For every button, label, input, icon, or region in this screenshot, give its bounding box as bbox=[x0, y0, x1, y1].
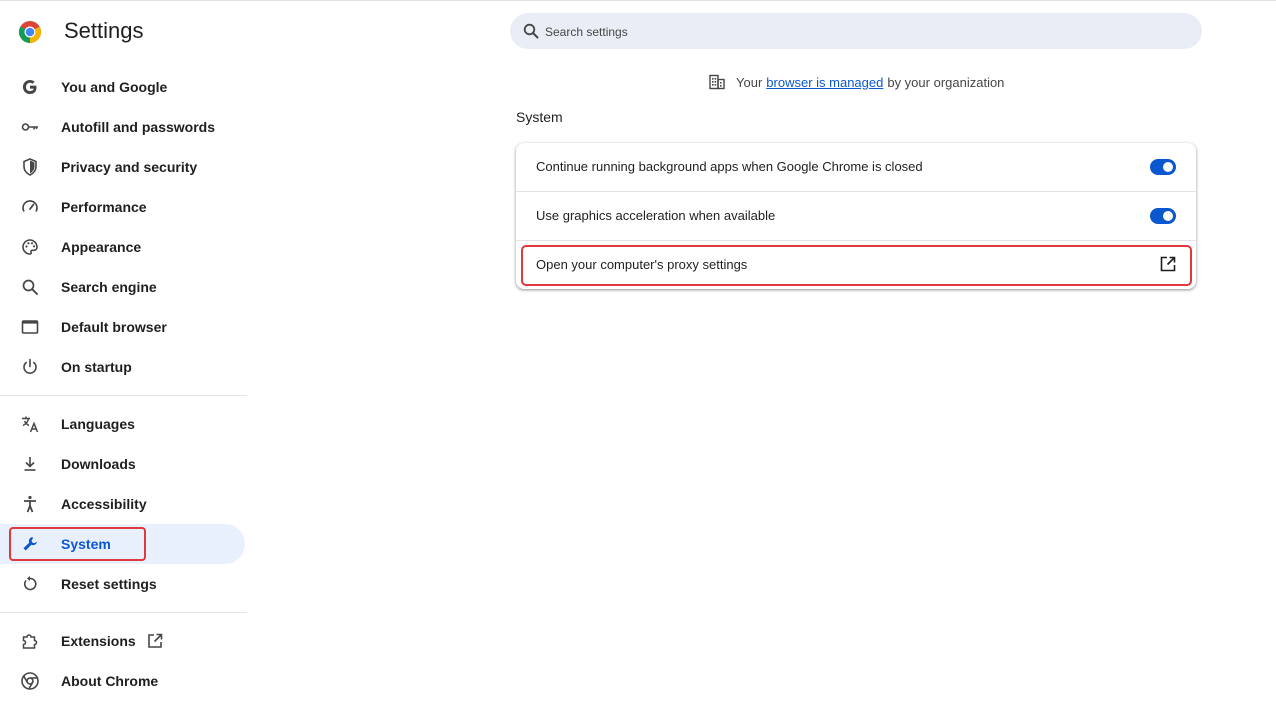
sidebar-item-label: Languages bbox=[61, 416, 135, 432]
search-icon bbox=[22, 279, 38, 295]
sidebar-item-extensions[interactable]: Extensions bbox=[0, 621, 245, 661]
background-apps-toggle[interactable] bbox=[1150, 159, 1176, 175]
chrome-icon bbox=[21, 672, 39, 690]
sidebar-item-label: On startup bbox=[61, 359, 132, 375]
setting-row-background-apps[interactable]: Continue running background apps when Go… bbox=[516, 143, 1196, 191]
setting-row-graphics-acceleration[interactable]: Use graphics acceleration when available bbox=[516, 191, 1196, 240]
sidebar-item-label: Extensions bbox=[61, 633, 136, 649]
speedometer-icon bbox=[22, 200, 38, 212]
sidebar-item-label: Privacy and security bbox=[61, 159, 198, 175]
search-input[interactable] bbox=[543, 21, 1147, 43]
sidebar-item-label: Appearance bbox=[61, 239, 142, 255]
sidebar-item-languages[interactable]: Languages bbox=[0, 404, 245, 444]
reset-icon bbox=[23, 576, 37, 591]
sidebar: You and Google Autofill and passwords Pr… bbox=[0, 67, 250, 701]
external-link-icon bbox=[148, 633, 163, 648]
sidebar-item-downloads[interactable]: Downloads bbox=[0, 444, 245, 484]
external-link-icon[interactable] bbox=[1159, 255, 1177, 273]
page-title: Settings bbox=[64, 18, 144, 43]
sidebar-item-reset-settings[interactable]: Reset settings bbox=[0, 564, 245, 604]
setting-label: Open your computer's proxy settings bbox=[536, 257, 748, 272]
sidebar-item-label: Accessibility bbox=[61, 496, 147, 512]
palette-icon bbox=[22, 239, 38, 255]
download-icon bbox=[24, 457, 36, 471]
sidebar-divider bbox=[0, 612, 247, 613]
sidebar-item-label: Default browser bbox=[61, 319, 167, 335]
shield-icon bbox=[23, 158, 37, 176]
sidebar-item-label: Downloads bbox=[61, 456, 136, 472]
sidebar-item-autofill[interactable]: Autofill and passwords bbox=[0, 107, 245, 147]
accessibility-icon bbox=[24, 495, 36, 513]
sidebar-item-performance[interactable]: Performance bbox=[0, 187, 245, 227]
toggle-knob bbox=[1163, 211, 1173, 221]
search-icon bbox=[523, 23, 539, 39]
building-icon bbox=[709, 74, 725, 90]
managed-suffix: by your organization bbox=[887, 74, 1005, 90]
sidebar-item-default-browser[interactable]: Default browser bbox=[0, 307, 245, 347]
setting-row-proxy-settings[interactable]: Open your computer's proxy settings bbox=[516, 240, 1196, 289]
sidebar-divider bbox=[0, 395, 247, 396]
settings-header: Settings bbox=[0, 0, 260, 64]
sidebar-item-label: Reset settings bbox=[61, 576, 157, 592]
system-settings-card: Continue running background apps when Go… bbox=[516, 143, 1196, 289]
setting-label: Continue running background apps when Go… bbox=[536, 159, 923, 174]
sidebar-item-appearance[interactable]: Appearance bbox=[0, 227, 245, 267]
setting-label: Use graphics acceleration when available bbox=[536, 208, 776, 223]
sidebar-item-label: You and Google bbox=[61, 79, 168, 95]
sidebar-item-accessibility[interactable]: Accessibility bbox=[0, 484, 245, 524]
sidebar-item-label: Autofill and passwords bbox=[61, 119, 216, 135]
sidebar-item-privacy[interactable]: Privacy and security bbox=[0, 147, 245, 187]
toggle-knob bbox=[1163, 162, 1173, 172]
browser-window-icon bbox=[21, 320, 39, 334]
puzzle-icon bbox=[22, 634, 38, 649]
google-g-icon bbox=[22, 80, 37, 94]
sidebar-item-on-startup[interactable]: On startup bbox=[0, 347, 245, 387]
sidebar-item-system[interactable]: System bbox=[0, 524, 245, 564]
wrench-icon bbox=[23, 537, 37, 551]
chrome-logo-icon bbox=[19, 21, 41, 43]
key-icon bbox=[21, 123, 38, 131]
section-title: System bbox=[516, 109, 563, 125]
managed-notice: Your browser is managed by your organiza… bbox=[708, 72, 1004, 92]
sidebar-item-you-and-google[interactable]: You and Google bbox=[0, 67, 245, 107]
sidebar-item-search-engine[interactable]: Search engine bbox=[0, 267, 245, 307]
search-bar[interactable] bbox=[510, 13, 1202, 49]
sidebar-item-label: About Chrome bbox=[61, 673, 159, 689]
sidebar-item-label: System bbox=[61, 536, 111, 552]
sidebar-item-label: Search engine bbox=[61, 279, 157, 295]
translate-icon bbox=[22, 416, 39, 433]
power-icon bbox=[23, 358, 37, 374]
sidebar-item-label: Performance bbox=[61, 199, 147, 215]
managed-prefix: Your bbox=[736, 74, 763, 90]
managed-link[interactable]: browser is managed bbox=[766, 75, 883, 90]
graphics-acceleration-toggle[interactable] bbox=[1150, 208, 1176, 224]
sidebar-item-about-chrome[interactable]: About Chrome bbox=[0, 661, 245, 701]
